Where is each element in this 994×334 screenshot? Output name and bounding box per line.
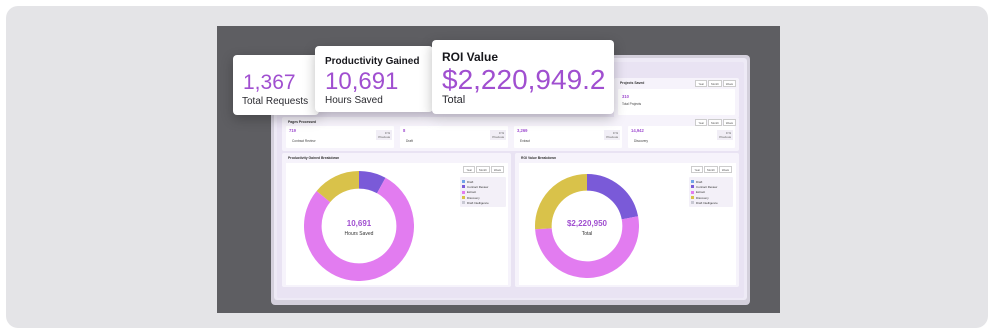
donut-center-value: $2,220,950 [566,219,608,228]
roi-value-card: ROI Value $2,220,949.2 Total [432,40,614,114]
range-year[interactable]: Year [695,80,708,87]
legend-swatch [462,180,465,184]
pages-panel-title: Pages Processed [288,120,317,124]
total-requests-caption: Total Requests [242,96,309,107]
productivity-gained-caption: Hours Saved [325,95,383,106]
productivity-gained-card: Productivity Gained 10,691 Hours Saved [315,46,433,112]
pages-value: 3,269 [517,128,528,133]
pages-label: Contract Review [292,139,316,143]
pages-value: 719 [289,128,296,133]
productivity-gained-heading: Productivity Gained [325,56,420,67]
donut-slice-discovery[interactable] [316,171,360,203]
legend-swatch [691,180,694,184]
legend-swatch [691,196,694,200]
pages-prev: 0 % Previous [490,130,506,140]
range-month[interactable]: Month [708,80,722,87]
productivity-breakdown-panel: Productivity Gained Breakdown Year Month… [282,153,511,287]
projects-value: 310 [622,94,629,99]
range-year[interactable]: Year [463,166,476,173]
range-week[interactable]: Week [722,119,736,126]
projects-panel: Projects Saved Year Month Week 310 Total… [614,78,739,118]
donut-center-value: 10,691 [346,219,372,228]
roi-value-heading: ROI Value [442,50,499,64]
pages-label: Extract [520,139,530,143]
pages-prev: 0 % Previous [604,130,620,140]
left-range-toggle[interactable]: Year Month Week [463,166,504,173]
legend-swatch [462,185,465,189]
roi-value-amount: $2,220,949.2 [442,64,606,95]
donut-slice-contract-review[interactable] [358,171,386,194]
roi-value-caption: Total [442,94,466,106]
pages-label: Draft [406,139,413,143]
productivity-breakdown-card: Year Month Week 10,691 Hours Saved Draft… [286,163,508,285]
pages-prev: 0 % Previous [376,130,392,140]
donut-center-caption: Hours Saved [344,231,374,237]
range-week[interactable]: Week [490,166,504,173]
pages-label: Discovery [634,139,648,143]
roi-breakdown-card: Year Month Week $2,220,950 Total Draft C… [519,163,736,285]
legend-item-draft-intelligence[interactable]: Draft Intelligence [462,200,504,205]
range-month[interactable]: Month [704,166,718,173]
productivity-breakdown-title: Productivity Gained Breakdown [288,156,340,160]
range-month[interactable]: Month [476,166,490,173]
total-requests-value: 1,367 [243,71,296,94]
legend-swatch [462,190,465,194]
range-week[interactable]: Week [722,80,736,87]
legend-swatch [462,196,465,200]
legend-item-draft-intelligence[interactable]: Draft Intelligence [691,200,731,205]
pages-card-draft: 8 Draft 0 % Previous [400,126,508,148]
left-legend: Draft Contract Review Extract Discovery … [460,177,506,208]
legend-swatch [691,190,694,194]
pages-value: 8 [403,128,406,133]
pages-prev: 0 % Previous [717,130,733,140]
right-legend: Draft Contract Review Extract Discovery … [689,177,733,208]
pages-card-discovery: 14,942 Discovery 0 % Previous [628,126,735,148]
roi-breakdown-title: ROI Value Breakdown [521,156,557,160]
pages-panel: Pages Processed Year Month Week 719 Cont… [282,117,739,151]
projects-range-toggle[interactable]: Year Month Week [695,80,736,87]
range-year[interactable]: Year [691,166,704,173]
projects-panel-title: Projects Saved [620,81,645,85]
range-week[interactable]: Week [718,166,732,173]
legend-swatch [691,185,694,189]
range-month[interactable]: Month [708,119,722,126]
legend-swatch [462,201,465,205]
projects-caption: Total Projects [622,102,642,106]
pages-card-contract-review: 719 Contract Review 0 % Previous [286,126,394,148]
range-year[interactable]: Year [695,119,708,126]
productivity-gained-value: 10,691 [325,68,399,95]
pages-value: 14,942 [631,128,644,133]
legend-swatch [691,201,694,205]
total-requests-card: 1,367 Total Requests [233,55,319,115]
donut-center-caption: Total [581,231,593,237]
pages-card-extract: 3,269 Extract 0 % Previous [514,126,622,148]
projects-card: 310 Total Projects [618,89,735,115]
right-range-toggle[interactable]: Year Month Week [691,166,732,173]
pages-range-toggle[interactable]: Year Month Week [695,119,736,126]
roi-breakdown-panel: ROI Value Breakdown Year Month Week $2,2… [515,153,739,287]
donut-slice-contract-review[interactable] [586,174,639,220]
